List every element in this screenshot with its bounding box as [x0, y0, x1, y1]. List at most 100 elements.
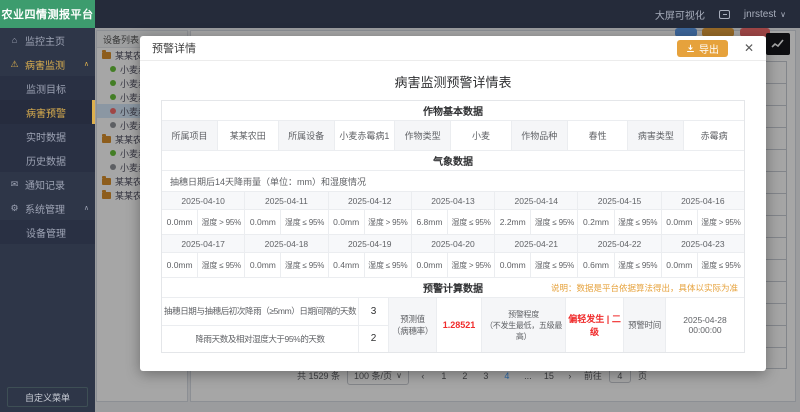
week2-dates-row: 2025-04-17 2025-04-18 2025-04-19 2025-04… — [162, 235, 744, 253]
humidity-cell: 湿度 > 95% — [198, 210, 244, 234]
calc-factor-column: 抽穗日期与抽穗后初次降雨（≥5mm）日期间隔的天数 3 降雨天数及相对湿度大于9… — [162, 298, 389, 352]
date-cell: 2025-04-20 — [412, 235, 495, 252]
crop-value: 某某农田 — [218, 121, 279, 150]
close-icon[interactable]: ✕ — [744, 42, 754, 54]
warning-detail-table: 作物基本数据 所属项目 某某农田 所属设备 小麦赤霉病1 作物类型 小麦 作物品… — [161, 100, 745, 353]
humidity-cell: 湿度 > 95% — [448, 253, 494, 277]
week1-dates-row: 2025-04-10 2025-04-11 2025-04-12 2025-04… — [162, 192, 744, 210]
humidity-cell: 湿度 > 95% — [365, 210, 411, 234]
crop-value: 赤霉病 — [684, 121, 744, 150]
weather-note: 抽穗日期后14天降雨量（单位：mm）和湿度情况 — [162, 171, 744, 192]
sidebar-item-label: 监测目标 — [26, 81, 66, 96]
week1-values-row: 0.0mm湿度 > 95% 0.0mm湿度 ≤ 95% 0.0mm湿度 > 95… — [162, 210, 744, 235]
date-cell: 2025-04-12 — [329, 192, 412, 209]
sidebar-item-label: 设备管理 — [26, 225, 66, 240]
crop-label: 作物类型 — [395, 121, 451, 150]
warning-level-value: 偏轻发生 | 二级 — [566, 298, 624, 352]
humidity-cell: 湿度 > 95% — [698, 210, 744, 234]
chevron-up-icon: ∧ — [84, 204, 89, 212]
calc-factor-value: 3 — [358, 298, 388, 325]
big-screen-visualization-link[interactable]: 大屏可视化 — [655, 7, 705, 22]
rain-cell: 0.0mm — [162, 210, 198, 234]
crop-label: 病害类型 — [628, 121, 684, 150]
sidebar-item-realtime-data[interactable]: 实时数据 — [0, 124, 95, 148]
section-weather-data: 气象数据 — [162, 151, 744, 171]
sidebar-item-home[interactable]: ⌂ 监控主页 — [0, 28, 95, 52]
humidity-cell: 湿度 ≤ 95% — [615, 253, 661, 277]
section-calc-title: 预警计算数据 — [423, 280, 483, 295]
warning-detail-modal: 预警详情 导出 ✕ 病害监测预警详情表 作物基本数据 所属项目 某某农田 所属设… — [140, 36, 766, 371]
modal-title: 预警详情 — [152, 40, 196, 56]
date-cell: 2025-04-11 — [245, 192, 328, 209]
user-menu[interactable]: jnrstest ∨ — [744, 9, 786, 20]
sidebar-item-label: 实时数据 — [26, 129, 66, 144]
rain-cell: 0.0mm — [245, 253, 281, 277]
crop-value: 春性 — [568, 121, 629, 150]
crop-value: 小麦 — [451, 121, 512, 150]
custom-menu-button[interactable]: 自定义菜单 — [7, 387, 88, 407]
rain-cell: 0.0mm — [412, 253, 448, 277]
humidity-cell: 湿度 ≤ 95% — [281, 253, 327, 277]
screen: 农业四情测报平台 大屏可视化 jnrstest ∨ ⌂ 监控主页 ⚠ 病害监测 … — [0, 0, 800, 412]
date-cell: 2025-04-19 — [329, 235, 412, 252]
calc-factor-value: 2 — [358, 326, 388, 353]
chevron-up-icon: ∧ — [84, 60, 89, 68]
humidity-cell: 湿度 ≤ 95% — [365, 253, 411, 277]
sidebar-item-monitor-target[interactable]: 监测目标 — [0, 76, 95, 100]
humidity-cell: 湿度 ≤ 95% — [448, 210, 494, 234]
humidity-cell: 湿度 ≤ 95% — [198, 253, 244, 277]
sidebar-item-label: 历史数据 — [26, 153, 66, 168]
warning-level-label: 预警程度 （不发生最低，五级最高） — [482, 298, 566, 352]
date-cell: 2025-04-16 — [662, 192, 744, 209]
section-calc-data: 预警计算数据 说明：数据是平台依据算法得出，具体以实际为准 — [162, 278, 744, 298]
date-cell: 2025-04-10 — [162, 192, 245, 209]
warning-time-value: 2025-04-28 00:00:00 — [666, 298, 744, 352]
rain-cell: 0.4mm — [329, 253, 365, 277]
sidebar-item-disease-warning[interactable]: 病害预警 — [0, 100, 95, 124]
calc-factor-label: 降雨天数及相对湿度大于95%的天数 — [162, 326, 358, 353]
rain-cell: 0.0mm — [495, 253, 531, 277]
humidity-cell: 湿度 ≤ 95% — [698, 253, 744, 277]
sidebar-item-label: 病害预警 — [26, 105, 66, 120]
detail-table-title: 病害监测预警详情表 — [140, 72, 766, 91]
rain-cell: 0.2mm — [578, 210, 614, 234]
bug-icon: ⚠ — [9, 59, 20, 70]
warning-time-label: 预警时间 — [624, 298, 666, 352]
sidebar-item-device-manage[interactable]: 设备管理 — [0, 220, 95, 244]
chevron-down-icon: ∨ — [780, 10, 786, 19]
sidebar-submenu-system: 设备管理 — [0, 220, 95, 244]
gear-icon: ⚙ — [9, 203, 20, 214]
rain-cell: 0.6mm — [578, 253, 614, 277]
username: jnrstest — [744, 9, 776, 20]
crop-info-row: 所属项目 某某农田 所属设备 小麦赤霉病1 作物类型 小麦 作物品种 春性 病害… — [162, 121, 744, 151]
sidebar-item-notify-record[interactable]: ✉ 通知记录 — [0, 172, 95, 196]
date-cell: 2025-04-21 — [495, 235, 578, 252]
rain-cell: 0.0mm — [662, 253, 698, 277]
prediction-label: 预测值 （病穗率） — [389, 298, 437, 352]
crop-label: 所属项目 — [162, 121, 218, 150]
prediction-value: 1.28521 — [437, 298, 482, 352]
humidity-cell: 湿度 ≤ 95% — [615, 210, 661, 234]
sidebar-item-label: 监控主页 — [25, 33, 65, 48]
sidebar-item-history-data[interactable]: 历史数据 — [0, 148, 95, 172]
calc-factor-label: 抽穗日期与抽穗后初次降雨（≥5mm）日期间隔的天数 — [162, 298, 358, 325]
calc-result-row: 抽穗日期与抽穗后初次降雨（≥5mm）日期间隔的天数 3 降雨天数及相对湿度大于9… — [162, 298, 744, 352]
sidebar-item-disease-monitor[interactable]: ⚠ 病害监测 ∧ — [0, 52, 95, 76]
rain-cell: 0.0mm — [662, 210, 698, 234]
sidebar-item-label: 通知记录 — [25, 177, 65, 192]
humidity-cell: 湿度 ≤ 95% — [531, 253, 577, 277]
app-logo: 农业四情测报平台 — [0, 0, 95, 28]
message-icon[interactable] — [719, 10, 730, 19]
sidebar-submenu-disease: 监测目标 病害预警 实时数据 历史数据 — [0, 76, 95, 172]
envelope-icon: ✉ — [9, 179, 20, 190]
export-button[interactable]: 导出 — [677, 40, 728, 57]
crop-value: 小麦赤霉病1 — [335, 121, 396, 150]
sidebar-item-system-manage[interactable]: ⚙ 系统管理 ∧ — [0, 196, 95, 220]
week2-values-row: 0.0mm湿度 ≤ 95% 0.0mm湿度 ≤ 95% 0.4mm湿度 ≤ 95… — [162, 253, 744, 278]
section-crop-data: 作物基本数据 — [162, 101, 744, 121]
rain-cell: 2.2mm — [495, 210, 531, 234]
home-icon: ⌂ — [9, 35, 20, 45]
export-label: 导出 — [699, 41, 719, 56]
sidebar-item-label: 病害监测 — [25, 57, 65, 72]
rain-cell: 0.0mm — [245, 210, 281, 234]
